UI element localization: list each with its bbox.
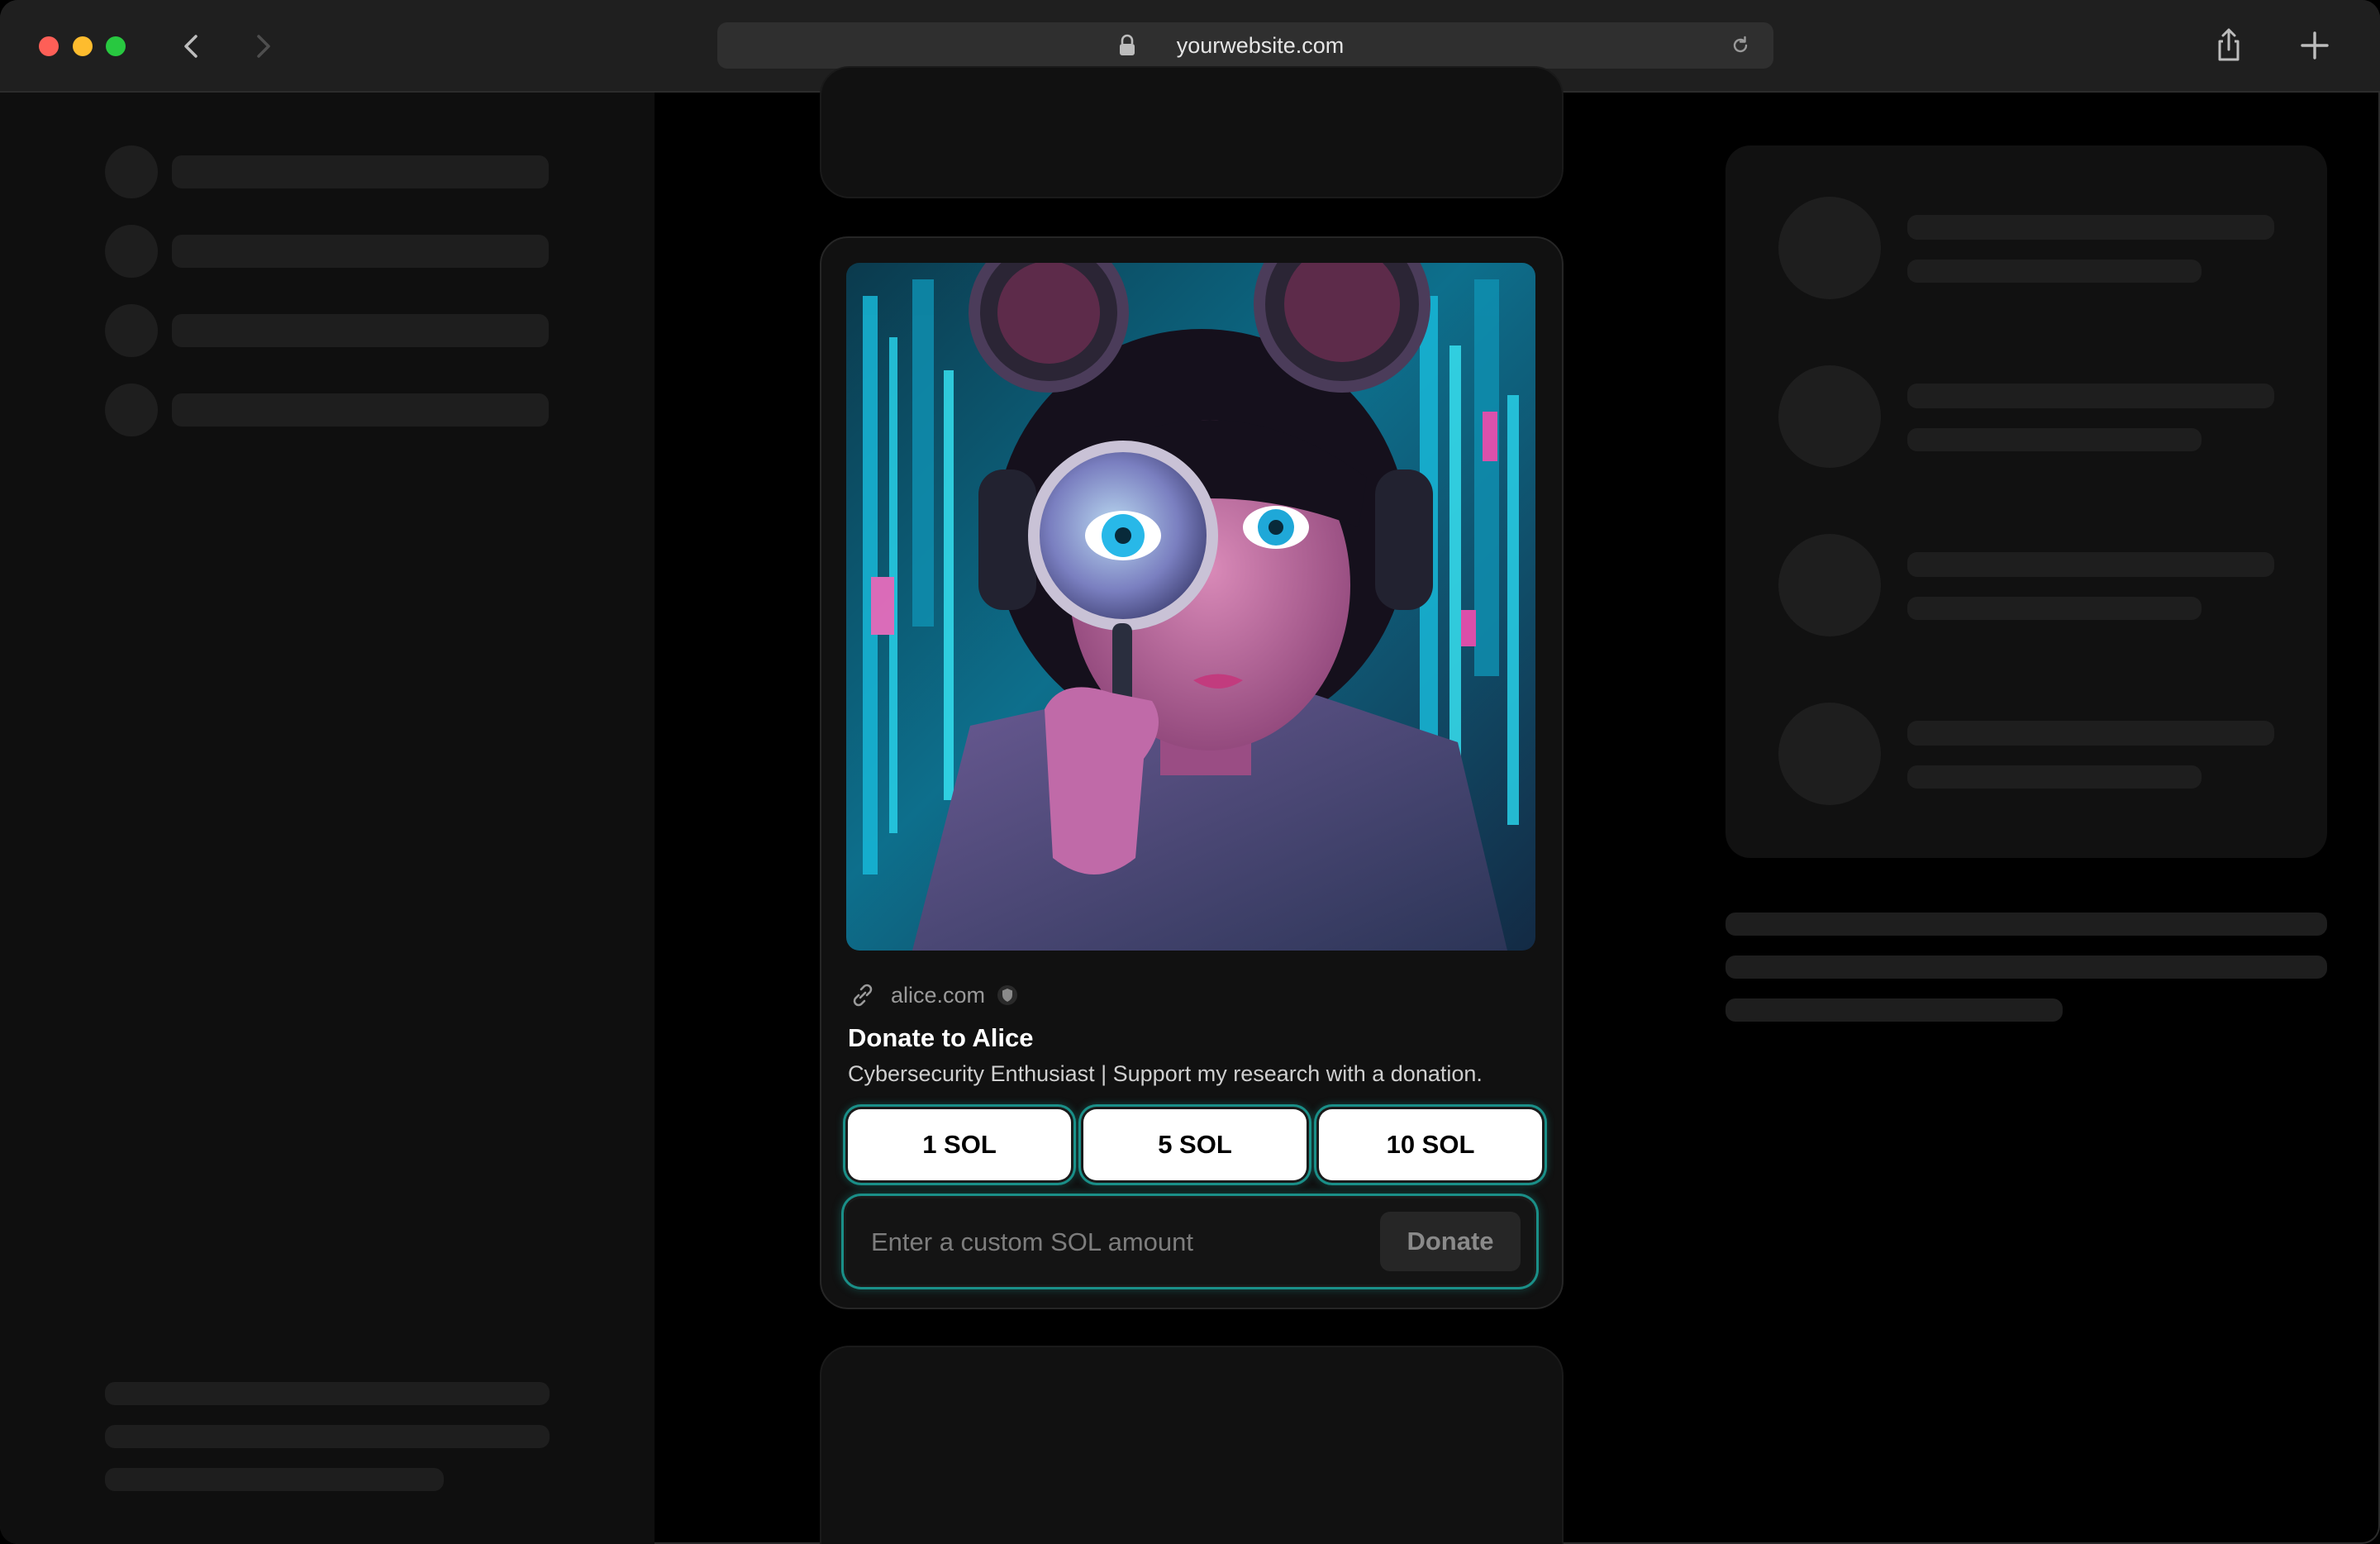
skeleton-line [1907,721,2274,746]
website-link[interactable]: alice.com [848,979,1018,1012]
donate-button[interactable]: Donate [1380,1212,1521,1271]
chevron-left-icon [184,35,198,58]
skeleton-footer-line [105,1382,550,1405]
skeleton-avatar [105,304,158,357]
skeleton-avatar [1778,703,1881,805]
skeleton-line [1907,552,2274,577]
feed-card-placeholder [820,66,1564,198]
url-text: yourwebsite.com [1176,33,1345,58]
skeleton-nav-item [172,155,549,188]
skeleton-nav-item [172,314,549,347]
skeleton-avatar [105,225,158,278]
skeleton-nav-item [172,235,549,268]
minimize-window-button[interactable] [73,36,93,56]
cyberpunk-girl-magnifier-image [846,263,1535,951]
address-bar[interactable]: yourwebsite.com [717,22,1773,69]
zoom-window-button[interactable] [106,36,126,56]
forward-button[interactable] [243,26,283,66]
donate-10-sol-button[interactable]: 10 SOL [1319,1109,1542,1180]
skeleton-line [1726,998,2063,1022]
custom-amount-form: Donate [846,1199,1534,1286]
donate-5-sol-button[interactable]: 5 SOL [1083,1109,1307,1180]
skeleton-line [1907,384,2274,408]
skeleton-nav-item [172,393,549,427]
skeleton-line [1907,597,2202,620]
skeleton-footer-line [105,1425,550,1448]
skeleton-footer-line [105,1468,444,1491]
browser-window: yourwebsite.com alice.com Donate to Alic… [0,0,2380,1544]
donation-card: alice.com Donate to Alice Cybersecurity … [820,236,1564,1309]
verified-shield-icon [997,985,1018,1005]
feed-card-placeholder [820,1346,1564,1544]
share-icon[interactable] [2208,25,2249,66]
chevron-right-icon [257,35,270,58]
back-button[interactable] [172,26,212,66]
website-link-text: alice.com [891,982,986,1008]
custom-amount-input[interactable] [869,1199,1385,1286]
skeleton-line [1726,913,2327,936]
skeleton-line [1726,955,2327,979]
profile-artwork [846,263,1535,951]
skeleton-avatar [105,145,158,198]
close-window-button[interactable] [39,36,59,56]
card-description: Cybersecurity Enthusiast | Support my re… [848,1061,1483,1086]
skeleton-line [1907,260,2202,283]
skeleton-avatar [1778,365,1881,468]
donate-1-sol-button[interactable]: 1 SOL [848,1109,1071,1180]
right-sidebar-panel [1726,145,2327,858]
link-icon [853,984,873,1007]
skeleton-line [1907,215,2274,240]
skeleton-avatar [1778,197,1881,299]
left-sidebar [0,93,654,1544]
skeleton-line [1907,428,2202,451]
skeleton-avatar [1778,534,1881,636]
reload-icon[interactable] [1729,34,1752,57]
new-tab-icon[interactable] [2294,25,2335,66]
card-title: Donate to Alice [848,1023,1034,1052]
skeleton-line [1907,765,2202,789]
skeleton-avatar [105,384,158,436]
